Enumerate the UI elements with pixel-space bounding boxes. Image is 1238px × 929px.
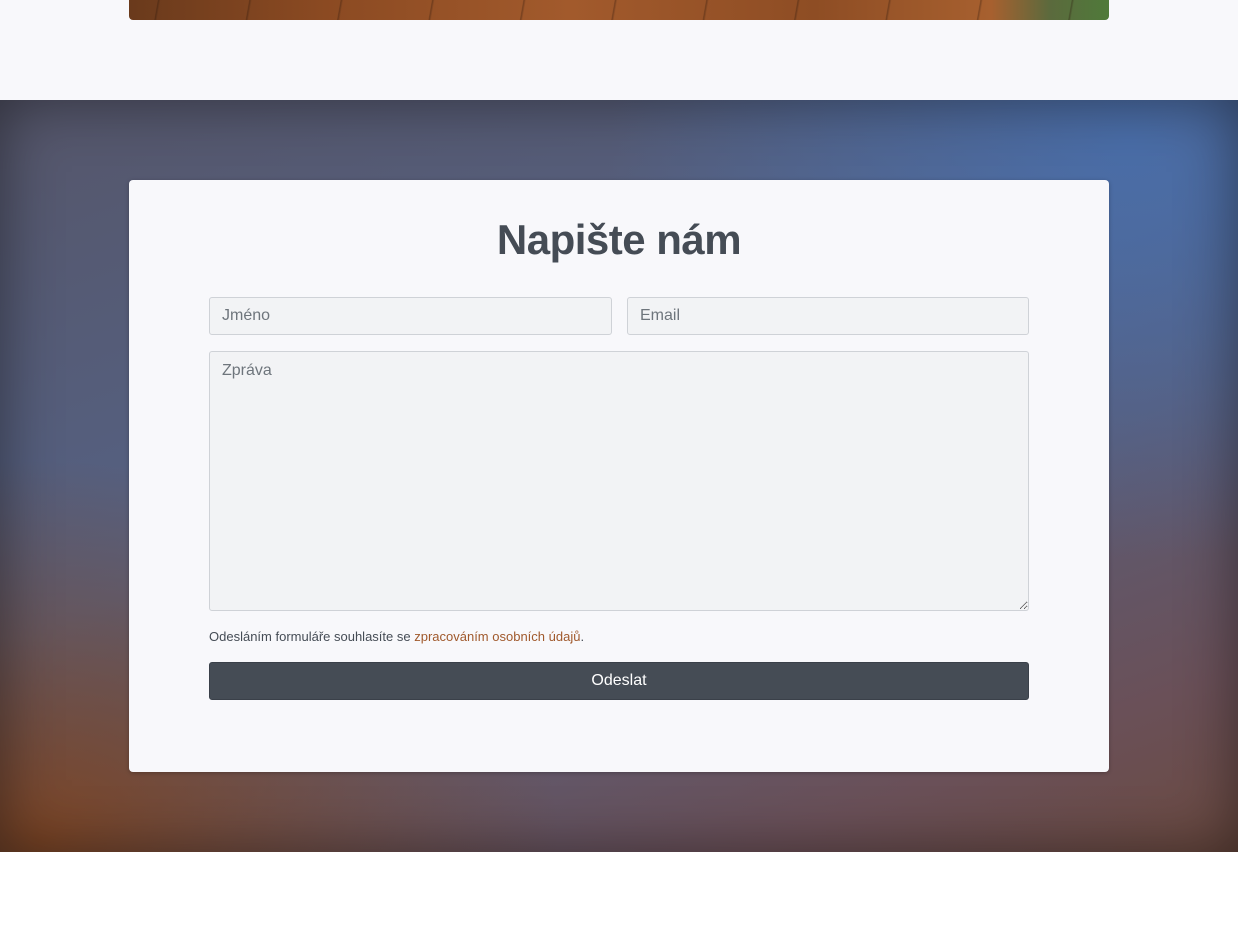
submit-button[interactable]: Odeslat — [209, 662, 1029, 700]
form-title: Napište nám — [496, 216, 742, 263]
consent-text: Odesláním formuláře souhlasíte se zpraco… — [209, 629, 584, 644]
name-field[interactable] — [209, 297, 612, 335]
top-section — [0, 0, 1238, 100]
email-field[interactable] — [627, 297, 1029, 335]
contact-form-card: Napište nám Odesláním formuláře souhlasí… — [129, 180, 1109, 772]
gallery-image — [129, 0, 1109, 20]
privacy-policy-link[interactable]: zpracováním osobních údajů — [414, 629, 580, 644]
message-field[interactable] — [209, 351, 1029, 611]
contact-section: Napište nám Odesláním formuláře souhlasí… — [0, 100, 1238, 852]
bottom-section — [0, 852, 1238, 929]
consent-prefix: Odesláním formuláře souhlasíte se — [209, 629, 415, 644]
consent-suffix: . — [580, 629, 585, 644]
